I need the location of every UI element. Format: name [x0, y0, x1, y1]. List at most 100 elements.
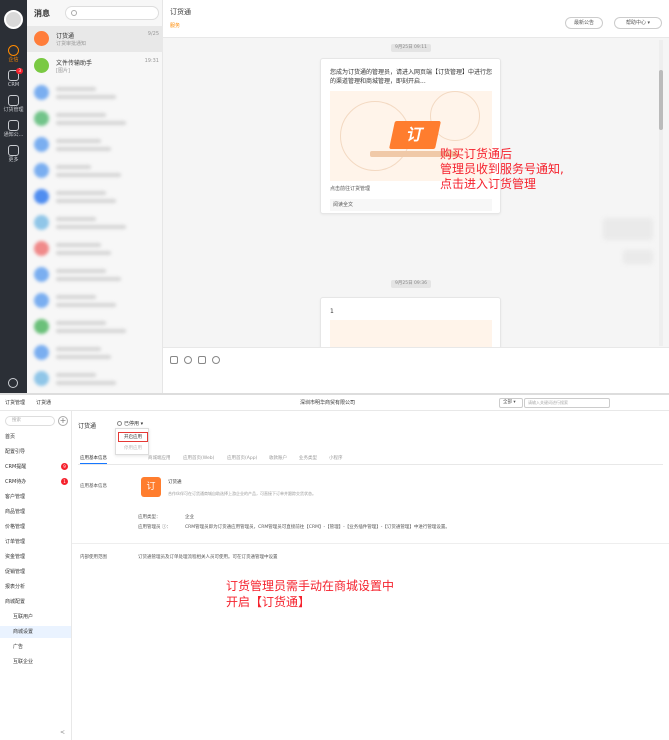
message-timestamp: 9月25日 09:11 [391, 44, 431, 52]
blurred-conversation[interactable] [27, 158, 163, 184]
section-basic-label: 应用基本信息 [80, 484, 107, 489]
search-icon [71, 10, 77, 16]
card-text: 1 [330, 308, 334, 315]
box-icon [8, 95, 19, 106]
attachment-icon[interactable] [184, 356, 192, 364]
app-status-dropdown[interactable]: 已停用 ▾ [117, 420, 143, 427]
nav-item-linked-enterprises[interactable]: 互联企业 [13, 658, 33, 665]
nav-item-home[interactable]: 首页 [5, 433, 15, 440]
nav-item-order[interactable]: 订单管理 [5, 538, 25, 545]
global-search-input[interactable]: 请输入关键词进行搜索 [524, 398, 610, 408]
nav-item-ads[interactable]: 广告 [13, 643, 23, 650]
blurred-conversation[interactable] [27, 262, 163, 288]
help-center-button[interactable]: 帮助中心 ▾ [614, 17, 662, 29]
blurred-conversation[interactable] [27, 106, 163, 132]
scope-value: 订货通管理员及订单处理流程相关人员可使用。可在订货通管理中设置 [138, 555, 278, 560]
blurred-area [623, 250, 653, 264]
chat-bubble-icon [8, 45, 19, 56]
nav-item-funds[interactable]: 资金管理 [5, 553, 25, 560]
emoji-icon[interactable] [212, 356, 220, 364]
card-illustration [330, 320, 492, 350]
tab-payment-account[interactable]: 收款账户 [269, 455, 287, 461]
dinghuotong-avatar-icon [34, 31, 49, 46]
app-name: 订货通 [168, 480, 182, 485]
annotation-purchase: 购买订货通后 管理员收到服务号通知, 点击进入订货管理 [440, 147, 564, 191]
tab-home-web[interactable]: 应用首页(Web) [183, 455, 214, 461]
conversation-item-file-transfer[interactable]: 文件传输助手 [图片] 19:31 [27, 53, 163, 79]
message-composer[interactable] [163, 347, 669, 393]
annotation-enable: 订货管理员需手动在商城设置中 开启【订货通】 [226, 579, 395, 609]
crm-todo-badge: 1 [61, 478, 68, 485]
nav-item-linked-users[interactable]: 互联用户 [13, 613, 33, 620]
app-title: 订货通 [78, 423, 97, 430]
conversation-preview: [图片] [56, 68, 70, 74]
read-full-text-link[interactable]: 阅读全文 [330, 199, 492, 211]
laptop-illustration: 订 [389, 121, 441, 149]
nav-item-crm-todo[interactable]: CRM待办 [5, 478, 26, 485]
chat-subtitle: 服务 [170, 23, 181, 29]
rail-item-crm[interactable]: 3 CRM [0, 68, 27, 88]
app-type-value: 企业 [185, 515, 194, 520]
service-notification-card-2[interactable]: 1 [320, 297, 501, 350]
latest-announcement-button[interactable]: 最新公告 [565, 17, 603, 29]
top-bar: 订货管理 订货通 深圳市明华商贸有限公司 全部 ▾ 请输入关键词进行搜索 [0, 395, 669, 411]
nav-item-crm-reminder[interactable]: CRM提醒 [5, 463, 26, 470]
nav-item-price[interactable]: 价格管理 [5, 523, 25, 530]
card-text: 您成为订货通的管理员，请进入网页端【订货管理】中进行您的渠道管理和商城管理，即刻… [330, 69, 493, 85]
status-icon [117, 421, 122, 426]
tab-order-management[interactable]: 订货管理 [5, 399, 25, 406]
blurred-conversation[interactable] [27, 288, 163, 314]
tab-business-type[interactable]: 业务类型 [299, 455, 317, 461]
blurred-conversation[interactable] [27, 340, 163, 366]
card-link[interactable]: 点击前往订货管理 [330, 185, 370, 192]
app-description: 合作伙伴可在订货通商城自助选择上游企业的产品，可直接下订单并跟踪交货状态。 [168, 491, 316, 496]
nav-item-customer[interactable]: 客户管理 [5, 493, 25, 500]
folder-icon[interactable] [198, 356, 206, 364]
message-timestamp: 9月25日 09:36 [391, 280, 431, 288]
conversation-item-dinghuotong[interactable]: 订货通 订货审批通知 9/25 [27, 26, 163, 52]
blurred-conversation[interactable] [27, 80, 163, 106]
blurred-conversation[interactable] [27, 236, 163, 262]
nav-item-promotion[interactable]: 促销管理 [5, 568, 25, 575]
app-settings-content: 订货通 已停用 ▾ 开启应用 停用应用 应用基本信息 商城端应用 应用首页(We… [72, 411, 669, 740]
blurred-conversation[interactable] [27, 184, 163, 210]
tab-basic-info[interactable]: 应用基本信息 [80, 455, 107, 464]
nav-add-button[interactable]: + [58, 416, 68, 426]
chat-scroll-thumb[interactable] [659, 70, 663, 130]
nav-item-report[interactable]: 报表分析 [5, 583, 25, 590]
tab-mini-program[interactable]: 小程序 [329, 455, 343, 461]
image-icon[interactable] [170, 356, 178, 364]
conversation-name: 文件传输助手 [56, 60, 93, 67]
blurred-conversation[interactable] [27, 366, 163, 392]
blurred-conversation[interactable] [27, 314, 163, 340]
megaphone-icon [8, 120, 19, 131]
nav-item-product[interactable]: 商品管理 [5, 508, 25, 515]
file-transfer-avatar-icon [34, 58, 49, 73]
nav-search-input[interactable]: 搜索 [5, 416, 55, 426]
nav-item-config-guide[interactable]: 配置引导 [5, 448, 25, 455]
settings-gear-icon[interactable] [8, 378, 18, 388]
chat-header: 订货通 服务 最新公告 帮助中心 ▾ [163, 0, 669, 38]
left-nav: 搜索 + 首页 配置引导 CRM提醒 9 CRM待办 1 客户管理 商品管理 价… [0, 411, 72, 740]
rail-item-order-management[interactable]: 订货管理 [0, 95, 27, 113]
tab-home-app[interactable]: 应用首页(App) [227, 455, 257, 461]
collapse-nav-button[interactable]: < [60, 729, 65, 736]
nav-item-mall-config[interactable]: 商城配置 [5, 598, 25, 605]
tab-dinghuotong[interactable]: 订货通 [36, 399, 51, 406]
blurred-conversation[interactable] [27, 132, 163, 158]
blurred-conversation[interactable] [27, 210, 163, 236]
tab-mall-app[interactable]: 商城端应用 [148, 455, 171, 461]
nav-item-mall-settings[interactable]: 商城设置 [0, 626, 71, 638]
chevron-down-icon: ▾ [647, 20, 651, 26]
conversation-time: 9/25 [147, 31, 159, 37]
rail-item-notice[interactable]: 通知公... [0, 120, 27, 138]
rail-item-messages[interactable]: 企信 [0, 45, 27, 63]
conversation-search-input[interactable] [65, 6, 159, 20]
rail-item-more[interactable]: 更多 [0, 145, 27, 163]
enable-app-menu-item[interactable]: 开启应用 [118, 432, 148, 442]
section-divider [72, 543, 669, 544]
search-scope-select[interactable]: 全部 ▾ [499, 398, 523, 408]
conversation-preview: 订货审批通知 [56, 41, 87, 47]
user-avatar[interactable] [4, 10, 23, 29]
app-rail: 企信 3 CRM 订货管理 通知公... 更多 [0, 0, 27, 393]
